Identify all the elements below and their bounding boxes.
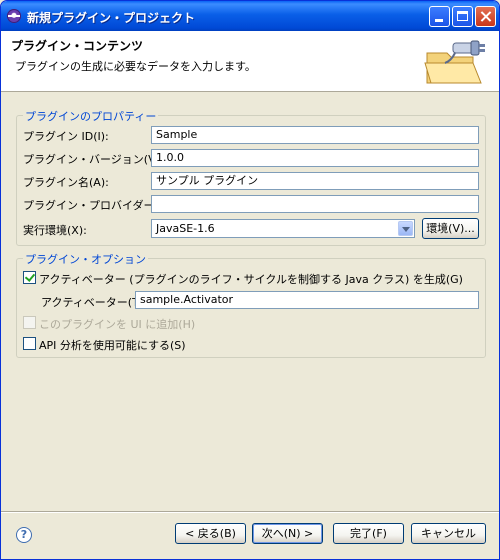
activator-label: アクティベーター(T):: [41, 296, 147, 309]
plugin-name-label: プラグイン名(A):: [23, 176, 109, 189]
plugin-name-field[interactable]: サンプル プラグイン: [151, 172, 479, 190]
minimize-button[interactable]: [429, 6, 450, 27]
window-title: 新規プラグイン・プロジェクト: [27, 11, 196, 25]
plugin-version-field[interactable]: 1.0.0: [151, 149, 479, 167]
environments-button[interactable]: 環境(V)...: [422, 218, 479, 239]
execution-env-label: 実行環境(X):: [23, 224, 87, 237]
back-button[interactable]: < 戻る(B): [175, 523, 246, 544]
cancel-button[interactable]: キャンセル: [411, 523, 486, 544]
plugin-version-label: プラグイン・バージョン(V):: [23, 153, 164, 166]
properties-group-label: プラグインのプロパティー: [23, 108, 159, 124]
plugin-provider-field[interactable]: [151, 195, 479, 213]
plugin-folder-icon: [424, 40, 485, 84]
execution-env-select[interactable]: JavaSE-1.6: [151, 219, 415, 238]
title-bar: 新規プラグイン・プロジェクト: [1, 1, 499, 31]
plugin-id-field[interactable]: Sample: [151, 126, 479, 144]
page-description: プラグインの生成に必要なデータを入力します。: [15, 60, 256, 73]
add-to-ui-checkbox[interactable]: [23, 316, 36, 329]
page-title: プラグイン・コンテンツ: [11, 39, 144, 53]
activator-field[interactable]: sample.Activator: [135, 291, 479, 309]
eclipse-icon: [7, 9, 21, 23]
wizard-header: プラグイン・コンテンツ プラグインの生成に必要なデータを入力します。: [1, 31, 499, 92]
options-group-label: プラグイン・オプション: [23, 251, 148, 267]
generate-activator-label: アクティベーター (プラグインのライフ・サイクルを制御する Java クラス) …: [39, 273, 463, 286]
footer-separator: [1, 511, 499, 513]
add-to-ui-label: このプラグインを UI に追加(H): [39, 318, 196, 331]
plugin-id-label: プラグイン ID(I):: [23, 130, 109, 143]
execution-env-value: JavaSE-1.6: [156, 222, 215, 235]
generate-activator-checkbox[interactable]: [23, 271, 36, 284]
enable-api-analysis-checkbox[interactable]: [23, 337, 36, 350]
chevron-down-icon[interactable]: [398, 221, 413, 236]
close-button[interactable]: [475, 6, 496, 27]
finish-button[interactable]: 完了(F): [333, 523, 404, 544]
next-button[interactable]: 次へ(N) >: [252, 523, 323, 544]
wizard-window: 新規プラグイン・プロジェクト プラグイン・コンテンツ プラグインの生成に必要なデ…: [0, 0, 500, 560]
maximize-button[interactable]: [452, 6, 473, 27]
help-icon[interactable]: ?: [16, 527, 32, 543]
enable-api-analysis-label: API 分析を使用可能にする(S): [39, 339, 186, 352]
